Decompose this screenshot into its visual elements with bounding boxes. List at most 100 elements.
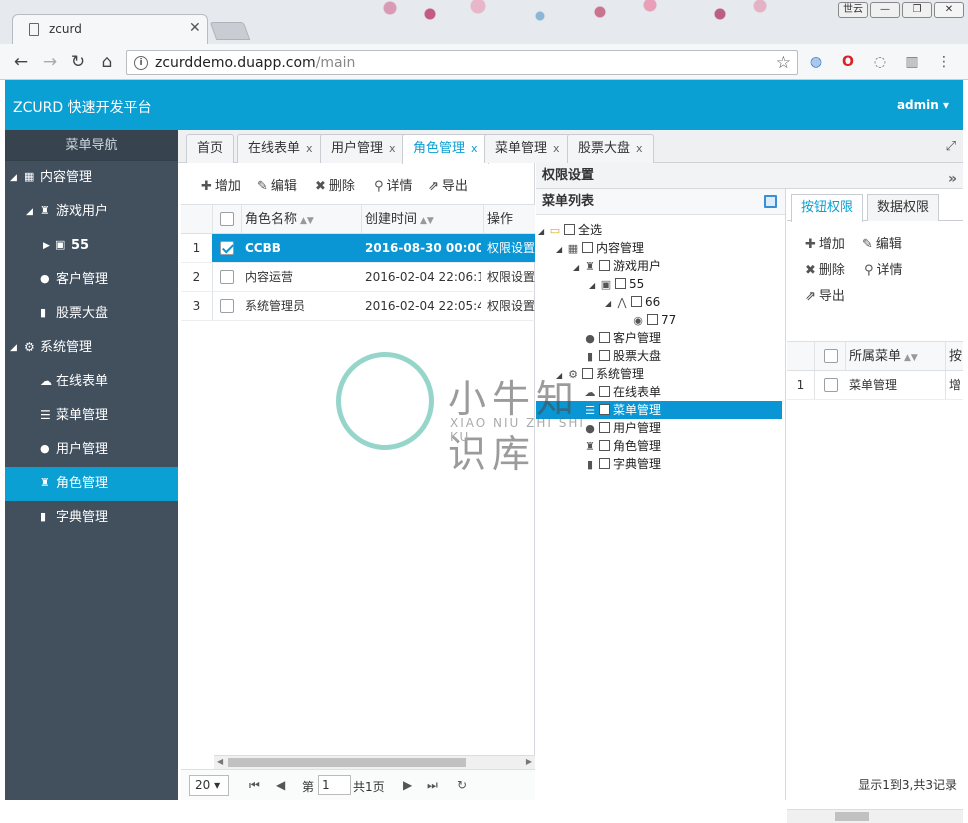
sidebar-item-role-management[interactable]: ♜ 角色管理 [5, 467, 178, 501]
tree-checkbox[interactable] [564, 224, 575, 235]
tree-node-stock-market[interactable]: ▮ 股票大盘 [583, 347, 661, 365]
tree-node-dictionary-management[interactable]: ▮ 字典管理 [583, 455, 661, 473]
fullscreen-icon[interactable]: ⤢ [946, 139, 956, 154]
tree-node-77[interactable]: ◉ 77 [631, 311, 676, 329]
tree-expand-icon[interactable]: ◢ [556, 241, 566, 259]
delete-button[interactable]: ✖ 删除 [315, 175, 355, 194]
close-tab-icon[interactable]: ✕ [189, 20, 201, 36]
tree-node-online-form[interactable]: ☁ 在线表单 [583, 383, 662, 401]
permission-link[interactable]: 权限设置 [487, 234, 535, 262]
tab-close-icon[interactable]: x [471, 142, 478, 155]
expanded-arrow-icon[interactable]: ◢ [10, 161, 17, 195]
browser-menu-icon[interactable]: ⋮ [934, 52, 954, 72]
sidebar-item-content-management[interactable]: ◢ ▦ 内容管理 [5, 161, 178, 195]
scroll-thumb[interactable] [835, 812, 869, 821]
tab-user-management[interactable]: 用户管理 x [320, 134, 407, 163]
minimize-button[interactable]: — [870, 2, 900, 18]
refresh-icon[interactable]: ↻ [457, 778, 467, 792]
tree-checkbox[interactable] [599, 422, 610, 433]
browser-tab[interactable]: zcurd ✕ [12, 14, 208, 44]
tree-node-game-users[interactable]: ◢ ♜ 游戏用户 [573, 257, 661, 275]
sidebar-item-system-management[interactable]: ◢ ⚙ 系统管理 [5, 331, 178, 365]
site-info-icon[interactable]: i [134, 56, 148, 70]
perm-edit-button[interactable]: ✎ 编辑 [862, 233, 902, 252]
header-role-name[interactable]: 角色名称 ▲▼ [245, 205, 314, 233]
sidebar-item-dictionary-management[interactable]: ▮ 字典管理 [5, 501, 178, 535]
tree-expand-icon[interactable]: ◢ [573, 259, 583, 277]
tree-node-content-management[interactable]: ◢ ▦ 内容管理 [556, 239, 644, 257]
back-icon[interactable]: ← [10, 51, 32, 73]
prev-page-icon[interactable]: ◀ [276, 778, 285, 792]
tab-close-icon[interactable]: x [306, 142, 313, 155]
tree-checkbox[interactable] [582, 242, 593, 253]
tree-expand-icon[interactable]: ◢ [538, 223, 548, 241]
tree-checkbox[interactable] [599, 386, 610, 397]
expanded-arrow-icon[interactable]: ◢ [26, 195, 33, 229]
expanded-arrow-icon[interactable]: ◢ [10, 331, 17, 365]
last-page-icon[interactable]: ⏭ [427, 778, 438, 793]
maximize-button[interactable]: ❐ [902, 2, 932, 18]
tree-expand-icon[interactable]: ◢ [556, 367, 566, 385]
tree-expand-icon[interactable]: ◢ [589, 277, 599, 295]
perm-add-button[interactable]: ✚ 增加 [805, 233, 845, 252]
sidebar-item-customer-management[interactable]: ● 客户管理 [5, 263, 178, 297]
tree-checkbox[interactable] [599, 350, 610, 361]
permission-link[interactable]: 权限设置 [487, 263, 535, 291]
page-number-input[interactable]: 1 [318, 775, 351, 795]
perm-select-all-checkbox[interactable] [824, 349, 838, 363]
tab-data-permission[interactable]: 数据权限 [867, 194, 940, 221]
window-close-button[interactable]: ✕ [934, 2, 964, 18]
sidebar-item-online-form[interactable]: ☁ 在线表单 [5, 365, 178, 399]
tree-checkbox[interactable] [599, 458, 610, 469]
next-page-icon[interactable]: ▶ [403, 778, 412, 792]
tab-button-permission[interactable]: 按钮权限 [791, 194, 864, 222]
scroll-thumb[interactable] [228, 758, 466, 767]
tree-node-55[interactable]: ◢ ▣ 55 [589, 275, 644, 293]
horizontal-scrollbar[interactable] [787, 809, 963, 823]
perm-delete-button[interactable]: ✖ 删除 [805, 259, 845, 278]
edit-button[interactable]: ✎ 编辑 [257, 175, 297, 194]
first-page-icon[interactable]: ⏮ [249, 778, 260, 793]
collapsed-arrow-icon[interactable]: ▶ [43, 229, 50, 263]
table-row[interactable]: 1 CCBB 2016-08-30 00:00:00 权限设置 [181, 234, 535, 263]
table-row[interactable]: 2 内容运营 2016-02-04 22:06:12 权限设置 [181, 263, 535, 292]
header-created-time[interactable]: 创建时间 ▲▼ [365, 205, 434, 233]
tree-expand-icon[interactable]: ◢ [605, 295, 615, 313]
sidebar-item-55[interactable]: ▶ ▣ 55 [5, 229, 178, 263]
tab-role-management[interactable]: 角色管理 x [402, 134, 489, 164]
tree-node-66[interactable]: ◢ ⋀ 66 [605, 293, 660, 311]
opera-extension-icon[interactable]: O [838, 52, 858, 72]
row-checkbox[interactable] [220, 270, 234, 284]
tree-checkbox[interactable] [599, 404, 610, 415]
tree-checkbox[interactable] [631, 296, 642, 307]
detail-button[interactable]: ⚲ 详情 [374, 175, 413, 194]
forward-icon[interactable]: → [39, 51, 61, 73]
perm-detail-button[interactable]: ⚲ 详情 [864, 259, 903, 278]
table-row[interactable]: 1 菜单管理 增 [787, 371, 963, 400]
row-checkbox[interactable] [824, 378, 838, 392]
tab-menu-management[interactable]: 菜单管理 x [484, 134, 571, 163]
permission-link[interactable]: 权限设置 [487, 292, 535, 320]
extension-panel-icon[interactable]: ▥ [902, 52, 922, 72]
add-button[interactable]: ✚ 增加 [201, 175, 241, 194]
tree-checkbox[interactable] [647, 314, 658, 325]
header-parent-menu[interactable]: 所属菜单 ▲▼ [849, 342, 918, 370]
scroll-left-icon[interactable]: ◀ [217, 757, 223, 766]
sidebar-item-stock-market[interactable]: ▮ 股票大盘 [5, 297, 178, 331]
horizontal-scrollbar[interactable]: ◀ ▶ [214, 755, 535, 769]
tree-node-system-management[interactable]: ◢ ⚙ 系统管理 [556, 365, 644, 383]
perm-export-button[interactable]: ⇗ 导出 [805, 285, 845, 304]
tree-node-customer-management[interactable]: ● 客户管理 [583, 329, 661, 347]
bookmark-star-icon[interactable]: ☆ [776, 53, 791, 73]
tree-node-user-management[interactable]: ● 用户管理 [583, 419, 661, 437]
scroll-right-icon[interactable]: ▶ [526, 757, 532, 766]
page-size-select[interactable]: 20 ▾ [189, 775, 229, 796]
row-checkbox[interactable] [220, 299, 234, 313]
sidebar-item-user-management[interactable]: ● 用户管理 [5, 433, 178, 467]
tab-close-icon[interactable]: x [553, 142, 560, 155]
save-icon[interactable] [764, 195, 777, 208]
tab-close-icon[interactable]: x [389, 142, 396, 155]
row-checkbox[interactable] [220, 241, 234, 255]
reload-icon[interactable]: ↻ [67, 51, 89, 73]
tab-stock-market[interactable]: 股票大盘 x [567, 134, 654, 163]
